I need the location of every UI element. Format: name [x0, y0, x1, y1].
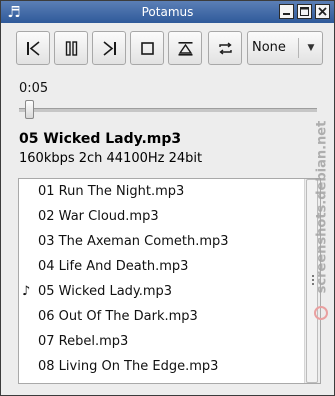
playlist-item[interactable]: 01 Run The Night.mp3	[19, 179, 305, 204]
playlist-item-name: 06 Out Of The Dark.mp3	[38, 309, 198, 324]
stop-button[interactable]	[130, 31, 164, 65]
previous-track-icon	[27, 41, 40, 56]
close-button[interactable]	[315, 4, 330, 19]
now-playing-indicator	[22, 254, 36, 279]
next-button[interactable]	[92, 31, 126, 65]
playlist-item-name: 07 Rebel.mp3	[38, 334, 129, 349]
playlist-item-name: 01 Run The Night.mp3	[38, 184, 185, 199]
pause-button[interactable]	[54, 31, 88, 65]
seek-groove[interactable]	[19, 108, 317, 112]
next-track-icon	[103, 41, 116, 56]
now-playing-indicator	[22, 304, 36, 329]
playlist-item[interactable]: 06 Out Of The Dark.mp3	[19, 304, 305, 329]
repeat-icon	[219, 42, 232, 55]
playlist-item[interactable]: 04 Life And Death.mp3	[19, 254, 305, 279]
eject-icon	[178, 42, 193, 56]
minimize-icon	[283, 13, 290, 15]
stream-info: 160kbps 2ch 44100Hz 24bit	[19, 151, 203, 166]
playlist[interactable]: 01 Run The Night.mp3 02 War Cloud.mp3 03…	[18, 178, 321, 384]
now-playing-indicator: ♪	[22, 284, 31, 299]
repeat-button[interactable]	[208, 31, 242, 65]
seek-slider[interactable]	[19, 100, 317, 120]
title-bar[interactable]: ♬ Potamus	[1, 1, 334, 23]
repeat-mode-select[interactable]: None ▼	[247, 31, 323, 65]
playlist-item[interactable]: 08 Living On The Edge.mp3	[19, 354, 305, 379]
playlist-item[interactable]: 03 The Axeman Cometh.mp3	[19, 229, 305, 254]
playlist-item-name: 05 Wicked Lady.mp3	[38, 284, 173, 299]
now-playing-indicator	[22, 229, 36, 254]
seek-handle[interactable]	[25, 100, 34, 119]
watermark: screenshots.debian.net	[311, 87, 333, 327]
repeat-mode-value: None	[252, 40, 286, 55]
pause-icon	[65, 41, 78, 56]
playlist-item-name: 02 War Cloud.mp3	[38, 209, 159, 224]
playlist-item-name: 08 Living On The Edge.mp3	[38, 359, 219, 374]
playlist-item[interactable]: 07 Rebel.mp3	[19, 329, 305, 354]
playlist-item-name: 04 Life And Death.mp3	[38, 259, 189, 274]
watermark-text: screenshots.debian.net	[314, 120, 330, 294]
now-playing-indicator	[22, 354, 36, 379]
playlist-item[interactable]: 02 War Cloud.mp3	[19, 204, 305, 229]
previous-button[interactable]	[16, 31, 50, 65]
now-playing-indicator	[22, 329, 36, 354]
now-playing-title: 05 Wicked Lady.mp3	[19, 131, 182, 147]
close-icon	[318, 7, 327, 16]
maximize-icon	[300, 7, 309, 16]
playlist-item-name: 03 The Axeman Cometh.mp3	[38, 234, 229, 249]
now-playing-indicator	[22, 204, 36, 229]
playback-position: 0:05	[19, 81, 49, 96]
dropdown-arrow-icon[interactable]: ▼	[304, 32, 318, 64]
playlist-item[interactable]: ♪ 05 Wicked Lady.mp3	[19, 279, 305, 304]
maximize-button[interactable]	[297, 4, 312, 19]
combo-divider	[298, 38, 299, 58]
minimize-button[interactable]	[279, 4, 294, 19]
stop-icon	[141, 42, 154, 55]
now-playing-indicator	[22, 179, 36, 204]
eject-button[interactable]	[168, 31, 202, 65]
player-window: ♬ Potamus None ▼ 0:05 05 Wicked Lady.mp3…	[0, 0, 335, 396]
watermark-logo	[314, 306, 328, 320]
